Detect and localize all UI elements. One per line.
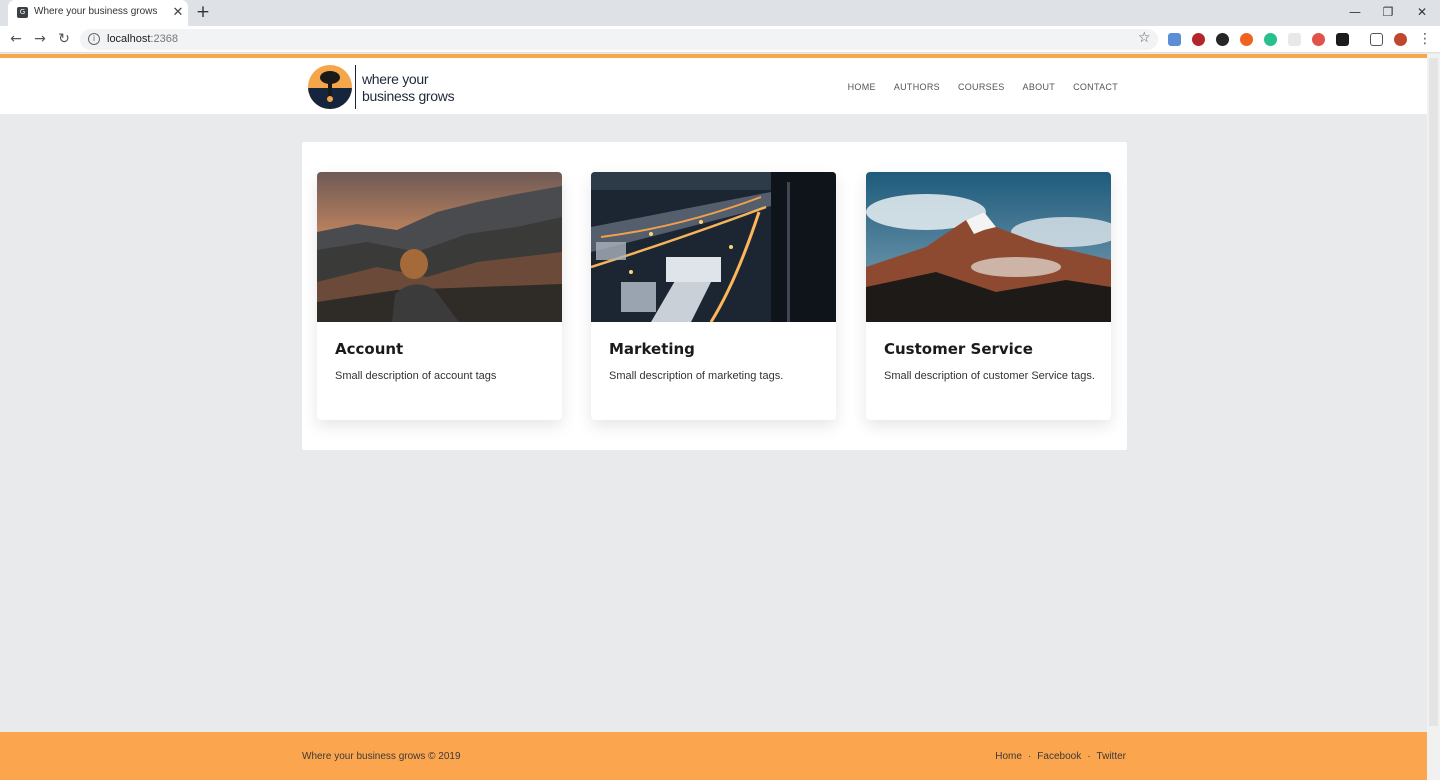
main-nav: HOME AUTHORS COURSES ABOUT CONTACT [848,82,1118,92]
tab-title: Where your business grows [34,6,158,17]
browser-toolbar: ← → ↻ i localhost:2368 ☆ ⋮ [0,26,1440,53]
reload-icon[interactable]: ↻ [55,30,73,48]
back-arrow-icon[interactable]: ← [7,30,25,48]
card-title: Marketing [609,340,695,358]
extension-icon[interactable] [1336,33,1349,46]
site-logo-text[interactable]: where your business grows [362,71,455,105]
city-night-aerial-photo [591,172,836,322]
browser-tab[interactable]: G Where your business grows ✕ [8,0,188,26]
extension-icon[interactable] [1288,33,1301,46]
logo-line-2: business grows [362,88,455,104]
person-on-mountain-sunset-photo [317,172,562,322]
extension-icon[interactable] [1240,33,1253,46]
url-text: localhost:2368 [107,33,178,45]
nav-authors[interactable]: AUTHORS [894,82,940,92]
footer-links: Home · Facebook · Twitter [995,751,1126,762]
nav-about[interactable]: ABOUT [1023,82,1056,92]
nav-contact[interactable]: CONTACT [1073,82,1118,92]
logo-line-1: where your [362,71,429,87]
minimize-button[interactable]: — [1340,2,1370,22]
snowy-mountain-peak-photo [866,172,1111,322]
shield-icon[interactable] [1312,33,1325,46]
tab-close-icon[interactable]: ✕ [170,3,186,21]
site-favicon-icon: G [17,7,28,18]
logo-divider [355,65,356,109]
nav-home[interactable]: HOME [848,82,876,92]
site-info-icon[interactable]: i [88,33,100,45]
footer-link-twitter[interactable]: Twitter [1097,751,1126,762]
address-bar[interactable]: i localhost:2368 ☆ [80,29,1158,50]
grammarly-icon[interactable] [1264,33,1277,46]
site-header: where your business grows HOME AUTHORS C… [0,54,1427,114]
card-description: Small description of account tags [335,370,497,382]
card-description: Small description of marketing tags. [609,370,784,382]
extension-icon[interactable] [1168,33,1181,46]
card-marketing[interactable]: Marketing Small description of marketing… [591,172,836,420]
scrollbar-thumb[interactable] [1429,58,1438,726]
ublock-icon[interactable] [1192,33,1205,46]
card-account[interactable]: Account Small description of account tag… [317,172,562,420]
restore-button[interactable]: ❐ [1373,2,1403,22]
card-customer-service[interactable]: Customer Service Small description of cu… [866,172,1111,420]
card-title: Account [335,340,404,358]
site-footer: Where your business grows © 2019 Home · Fa… [0,732,1427,780]
card-panel: Account Small description of account tag… [302,142,1127,450]
page-scrollbar[interactable] [1427,54,1440,780]
bookmark-star-icon[interactable]: ☆ [1138,30,1151,46]
footer-copyright: Where your business grows © 2019 [302,751,461,762]
profile-avatar[interactable] [1394,33,1407,46]
browser-tab-bar: G Where your business grows ✕ + — ❐ ✕ [0,0,1440,26]
footer-link-home[interactable]: Home [995,751,1022,762]
cast-icon[interactable] [1370,33,1383,46]
card-title: Customer Service [884,340,1033,358]
card-description: Small description of customer Service ta… [884,370,1095,382]
new-tab-button[interactable]: + [194,2,212,22]
extension-icon[interactable] [1216,33,1229,46]
forward-arrow-icon[interactable]: → [31,30,49,48]
browser-menu-icon[interactable]: ⋮ [1418,30,1432,48]
page-viewport: where your business grows HOME AUTHORS C… [0,54,1427,780]
logo-tree-icon[interactable] [308,65,352,109]
footer-separator: · [1087,751,1091,762]
footer-link-facebook[interactable]: Facebook [1037,751,1081,762]
footer-separator: · [1027,751,1032,762]
nav-courses[interactable]: COURSES [958,82,1005,92]
close-window-button[interactable]: ✕ [1407,2,1437,22]
